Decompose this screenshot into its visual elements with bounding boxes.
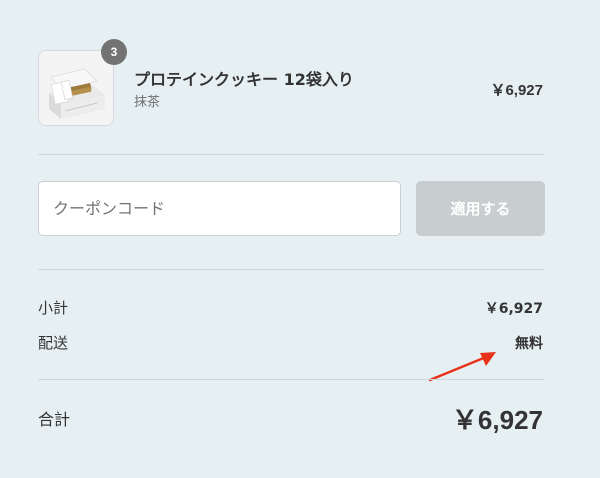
divider (38, 269, 545, 270)
product-box-image (39, 51, 113, 125)
divider (38, 154, 545, 155)
product-thumbnail (38, 50, 114, 126)
total-value: ￥6,927 (451, 405, 543, 435)
subtotal-value: ￥6,927 (484, 301, 543, 317)
shipping-value: 無料 (515, 336, 543, 352)
coupon-code-input[interactable] (38, 181, 401, 236)
divider (38, 379, 545, 380)
apply-coupon-button[interactable]: 適用する (416, 181, 545, 236)
product-name: プロテインクッキー 12袋入り (134, 70, 354, 89)
shipping-label: 配送 (38, 334, 69, 352)
product-variant: 抹茶 (134, 95, 161, 110)
quantity-badge: 3 (101, 39, 127, 65)
annotation-arrow-icon (428, 352, 496, 382)
product-price: ￥6,927 (490, 82, 543, 99)
total-label: 合計 (38, 410, 71, 429)
subtotal-label: 小計 (38, 299, 69, 317)
